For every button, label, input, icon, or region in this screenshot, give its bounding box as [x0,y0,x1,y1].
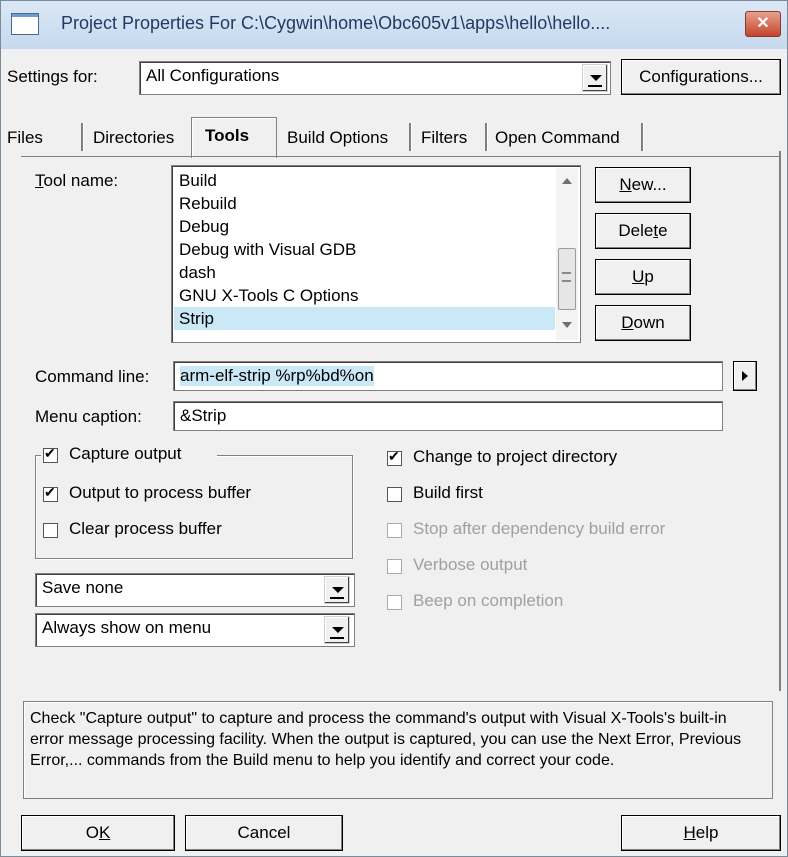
list-item[interactable]: Debug [174,215,555,238]
cancel-button[interactable]: Cancel [185,815,343,851]
menu-caption-input[interactable]: &Strip [173,401,723,431]
verbose-output-label: Verbose output [413,555,528,574]
scroll-down-icon[interactable] [562,322,572,328]
window-title: Project Properties For C:\Cygwin\home\Ob… [61,13,611,33]
arrow-right-icon [742,371,748,381]
tab-page-border [21,156,781,157]
command-line-value: arm-elf-strip %rp%bd%on [180,366,374,386]
tab-open-command[interactable]: Open Command [495,121,620,155]
scroll-up-icon[interactable] [562,178,572,184]
ok-button[interactable]: OK [21,815,175,851]
tab-separator [641,123,644,151]
capture-output-label: Capture output [69,444,182,463]
tool-name-label: Tool name: [35,171,119,190]
list-item[interactable]: dash [174,261,555,284]
list-item[interactable]: Debug with Visual GDB [174,238,555,261]
list-item[interactable]: GNU X-Tools C Options [174,284,555,307]
change-dir-label: Change to project directory [413,447,618,466]
build-first-checkbox[interactable] [387,487,402,502]
tab-separator [81,123,84,151]
output-to-buffer-label: Output to process buffer [69,483,252,502]
tab-separator [409,123,412,151]
list-item-selected[interactable]: Strip [174,307,555,330]
verbose-output-checkbox [387,559,402,574]
build-first-label: Build first [413,483,483,502]
new-button[interactable]: New... [595,167,691,203]
output-to-buffer-checkbox[interactable] [43,484,58,502]
close-button[interactable]: ✕ [745,11,781,37]
command-line-input[interactable]: arm-elf-strip %rp%bd%on [173,361,723,391]
help-description-text: Check "Capture output" to capture and pr… [30,710,742,769]
change-dir-checkbox[interactable] [387,448,402,466]
tab-page-right-edge [779,151,781,691]
tab-files[interactable]: Files [7,121,43,155]
up-button[interactable]: Up [595,259,691,295]
down-button[interactable]: Down [595,305,691,341]
settings-dropdown-button[interactable] [582,64,608,92]
menu-caption-label: Menu caption: [35,407,142,426]
show-on-menu-value: Always show on menu [42,618,212,637]
tab-tools[interactable]: Tools [205,119,249,153]
window-icon [11,13,39,35]
stop-after-error-label: Stop after dependency build error [413,519,666,538]
save-dropdown-button[interactable] [324,576,350,604]
tab-filters[interactable]: Filters [421,121,467,155]
delete-button[interactable]: Delete [595,213,691,249]
stop-after-error-checkbox [387,523,402,538]
scroll-grip-icon [562,272,571,282]
help-description-box: Check "Capture output" to capture and pr… [23,701,773,799]
capture-output-group [35,455,353,559]
tab-build-options[interactable]: Build Options [287,121,388,155]
configurations-button[interactable]: Configurations... [621,59,781,95]
title-bar: Project Properties For C:\Cygwin\home\Ob… [1,1,787,49]
beep-on-completion-checkbox [387,595,402,610]
settings-for-value: All Configurations [146,66,280,85]
beep-on-completion-label: Beep on completion [413,591,564,610]
tab-separator [485,123,488,151]
project-properties-dialog: Project Properties For C:\Cygwin\home\Ob… [0,0,788,857]
chevron-down-icon [590,75,602,81]
capture-output-checkbox[interactable] [43,445,58,463]
clear-buffer-checkbox[interactable] [43,523,58,538]
chevron-down-icon [332,627,344,633]
clear-buffer-label: Clear process buffer [69,519,222,538]
tool-list[interactable]: Build Rebuild Debug Debug with Visual GD… [171,165,581,343]
tool-list-scrollbar[interactable] [556,168,578,340]
command-line-menu-button[interactable] [733,361,757,391]
show-on-menu-dropdown-button[interactable] [324,616,350,644]
capture-output-group-header: Capture output [41,443,217,467]
save-select-value: Save none [42,578,124,597]
list-item[interactable]: Rebuild [174,192,555,215]
list-item[interactable]: Build [174,169,555,192]
show-on-menu-select[interactable]: Always show on menu [35,613,355,647]
help-button[interactable]: Help [621,815,781,851]
settings-for-select[interactable]: All Configurations [139,61,611,95]
command-line-label: Command line: [35,367,150,386]
save-select[interactable]: Save none [35,573,355,607]
settings-for-label: Settings for: [7,67,98,86]
chevron-down-icon [332,587,344,593]
tab-directories[interactable]: Directories [93,121,174,155]
menu-caption-value: &Strip [180,406,227,425]
